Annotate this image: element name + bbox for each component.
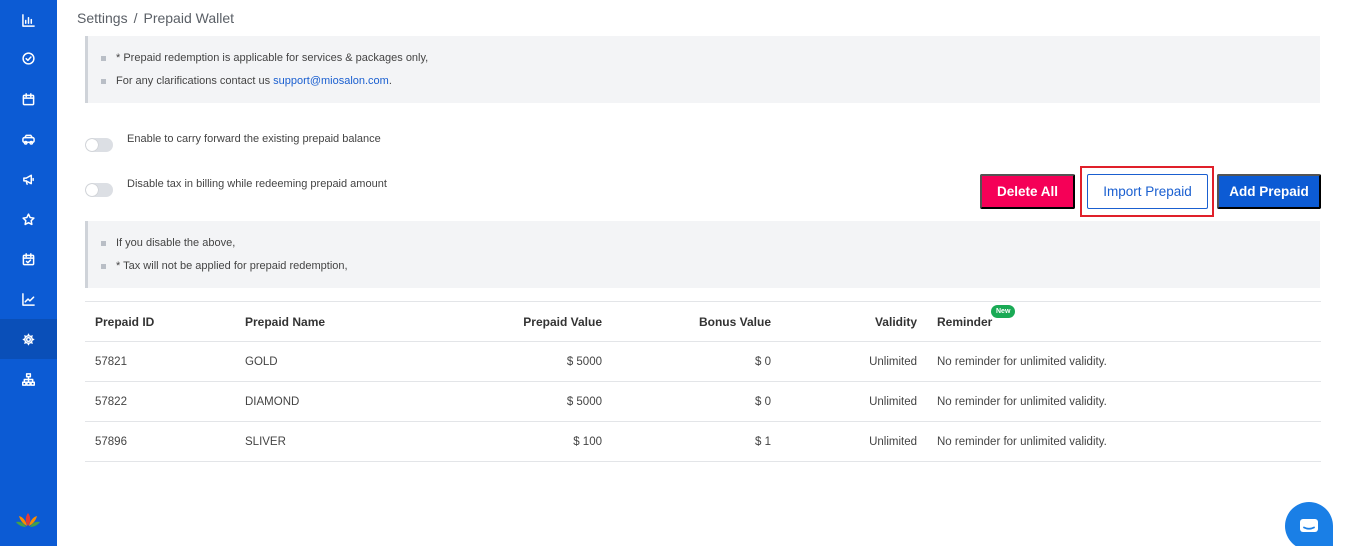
cell-validity: Unlimited	[869, 436, 917, 448]
gear-icon	[22, 333, 35, 345]
lotus-logo	[16, 513, 40, 527]
header-prepaid-id: Prepaid ID	[95, 315, 155, 329]
bar-chart-icon	[22, 13, 35, 27]
delete-all-button[interactable]: Delete All	[980, 174, 1075, 209]
cell-prepaid-name: GOLD	[245, 356, 278, 368]
cell-prepaid-value: $ 5000	[566, 396, 602, 408]
cell-reminder: No reminder for unlimited validity.	[937, 356, 1107, 368]
cell-prepaid-name: DIAMOND	[245, 396, 300, 408]
prepaid-table: Prepaid ID Prepaid Name Prepaid Value Bo…	[85, 301, 1321, 462]
note-line-contact: For any clarifications contact us suppor…	[99, 70, 1320, 93]
new-badge: New	[991, 305, 1016, 318]
sidebar-item-organization[interactable]	[0, 359, 57, 399]
disable-tax-label: Disable tax in billing while redeeming p…	[127, 178, 387, 190]
header-validity: Validity	[874, 315, 917, 329]
tax-info-note: If you disable the above, * Tax will not…	[85, 221, 1320, 288]
carry-forward-label: Enable to carry forward the existing pre…	[127, 133, 381, 145]
table-row[interactable]: 57896 SLIVER $ 100 $ 1 Unlimited No remi…	[85, 422, 1321, 462]
sidebar-item-dashboard[interactable]	[0, 0, 57, 40]
cell-prepaid-name: SLIVER	[245, 436, 286, 448]
sidebar-item-loyalty[interactable]	[0, 199, 57, 239]
calendar-check-icon	[22, 252, 35, 265]
sidebar-item-appointments[interactable]	[0, 239, 57, 279]
table-row[interactable]: 57822 DIAMOND $ 5000 $ 0 Unlimited No re…	[85, 382, 1321, 422]
megaphone-icon	[23, 174, 34, 185]
header-prepaid-name: Prepaid Name	[245, 315, 326, 329]
cell-prepaid-value: $ 5000	[566, 356, 602, 368]
cell-bonus-value: $ 0	[755, 396, 771, 408]
cell-prepaid-id: 57821	[95, 356, 127, 368]
tax-note-line1: If you disable the above,	[99, 232, 1320, 255]
note-line-redemption: * Prepaid redemption is applicable for s…	[99, 47, 1320, 70]
import-prepaid-button[interactable]: Import Prepaid	[1087, 174, 1208, 209]
sidebar	[0, 0, 57, 546]
table-row[interactable]: 57821 GOLD $ 5000 $ 0 Unlimited No remin…	[85, 342, 1321, 382]
chat-icon	[1300, 519, 1318, 532]
sidebar-item-reports[interactable]	[0, 279, 57, 319]
disable-tax-row: Disable tax in billing while redeeming p…	[85, 177, 387, 197]
cell-reminder: No reminder for unlimited validity.	[937, 396, 1107, 408]
header-reminder: Reminder	[937, 315, 993, 329]
add-prepaid-button[interactable]: Add Prepaid	[1217, 174, 1321, 209]
check-circle-icon	[22, 51, 35, 65]
star-icon	[22, 212, 35, 225]
sidebar-item-marketing[interactable]	[0, 159, 57, 199]
cell-validity: Unlimited	[869, 396, 917, 408]
breadcrumb-settings[interactable]: Settings	[77, 10, 128, 26]
carry-forward-toggle[interactable]	[85, 138, 113, 152]
cell-prepaid-id: 57822	[95, 396, 127, 408]
carry-forward-row: Enable to carry forward the existing pre…	[85, 132, 381, 152]
header-prepaid-value: Prepaid Value	[523, 315, 602, 329]
cell-reminder: No reminder for unlimited validity.	[937, 436, 1107, 448]
org-chart-icon	[22, 372, 35, 386]
users-icon	[22, 134, 35, 145]
sidebar-item-customers[interactable]	[0, 119, 57, 159]
chat-widget-button[interactable]	[1285, 502, 1333, 546]
cell-prepaid-value: $ 100	[573, 436, 602, 448]
sidebar-item-tasks[interactable]	[0, 38, 57, 78]
cell-validity: Unlimited	[869, 356, 917, 368]
breadcrumb-current: Prepaid Wallet	[143, 10, 235, 26]
table-header: Prepaid ID Prepaid Name Prepaid Value Bo…	[85, 302, 1321, 342]
sidebar-item-calendar[interactable]	[0, 79, 57, 119]
support-email-link[interactable]: support@miosalon.com	[273, 75, 389, 87]
cell-bonus-value: $ 0	[755, 356, 771, 368]
note-contact-suffix: .	[388, 75, 392, 87]
tax-note-line2: * Tax will not be applied for prepaid re…	[99, 255, 1320, 278]
breadcrumb: Settings / Prepaid Wallet	[77, 10, 234, 26]
sidebar-item-settings[interactable]	[0, 319, 57, 359]
prepaid-info-note: * Prepaid redemption is applicable for s…	[85, 36, 1320, 103]
cell-prepaid-id: 57896	[95, 436, 127, 448]
line-chart-icon	[22, 292, 35, 306]
cell-bonus-value: $ 1	[755, 436, 771, 448]
breadcrumb-separator: /	[133, 10, 138, 26]
calendar-icon	[22, 92, 35, 105]
disable-tax-toggle[interactable]	[85, 183, 113, 197]
header-bonus-value: Bonus Value	[698, 315, 771, 329]
note-contact-text: For any clarifications contact us	[116, 75, 274, 87]
